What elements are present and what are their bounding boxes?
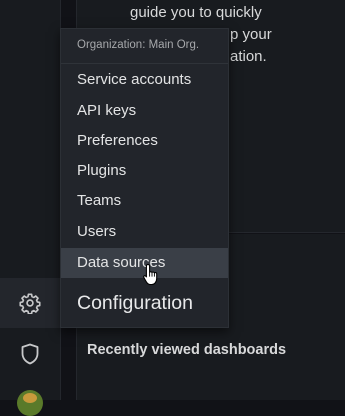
menu-item-preferences[interactable]: Preferences: [61, 126, 228, 156]
menu-organization-header: Organization: Main Org.: [77, 39, 200, 51]
welcome-text-line-2: p your: [230, 26, 272, 43]
welcome-text-line-1: guide you to quickly: [130, 4, 262, 21]
menu-divider: [61, 63, 228, 64]
gear-icon[interactable]: [14, 287, 46, 319]
menu-item-users[interactable]: Users: [61, 217, 228, 247]
welcome-text-line-3: ation.: [230, 48, 267, 65]
menu-item-plugins[interactable]: Plugins: [61, 156, 228, 186]
menu-item-service-accounts[interactable]: Service accounts: [61, 65, 228, 95]
user-avatar[interactable]: [17, 390, 43, 416]
recently-viewed-dashboards-title: Recently viewed dashboards: [87, 342, 287, 358]
menu-item-teams[interactable]: Teams: [61, 186, 228, 216]
shield-icon[interactable]: [14, 338, 46, 370]
menu-item-api-keys[interactable]: API keys: [61, 96, 228, 126]
hand-pointer-cursor-icon: [142, 263, 162, 287]
